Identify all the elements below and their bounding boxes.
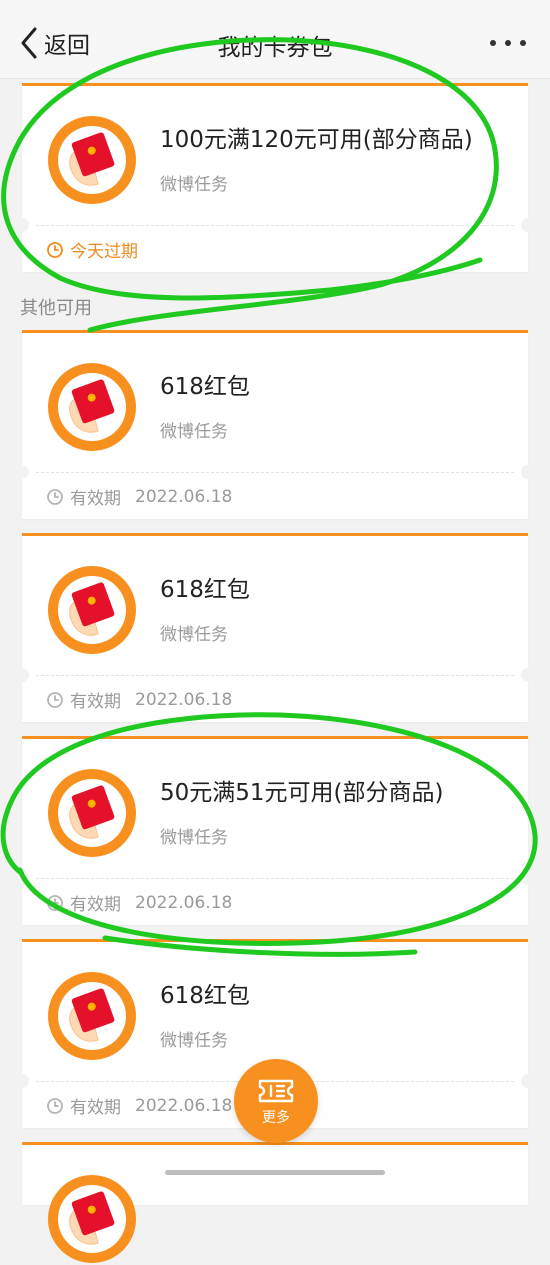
coupon-validity-row: 有效期 2022.06.18 bbox=[46, 687, 232, 712]
clock-icon bbox=[47, 894, 63, 911]
validity-label: 有效期 bbox=[70, 1098, 121, 1118]
red-packet-logo-icon bbox=[46, 767, 138, 859]
red-packet-logo-icon bbox=[46, 564, 138, 656]
red-packet-logo-icon bbox=[46, 361, 138, 453]
clock-icon bbox=[47, 1097, 63, 1114]
more-dot-icon bbox=[490, 40, 496, 46]
section-label-other-available: 其他可用 bbox=[20, 298, 92, 319]
coupon-source: 微博任务 bbox=[160, 828, 228, 848]
card-notch bbox=[15, 668, 29, 682]
red-packet-logo-icon bbox=[46, 114, 138, 206]
coupon-title: 618红包 bbox=[160, 983, 250, 1009]
validity-label: 有效期 bbox=[70, 895, 121, 915]
card-notch bbox=[521, 871, 535, 885]
card-divider bbox=[36, 675, 514, 676]
card-divider bbox=[36, 225, 514, 226]
coupon-title: 618红包 bbox=[160, 577, 250, 603]
card-divider bbox=[36, 472, 514, 473]
coupon-validity-row: 有效期 2022.06.18 bbox=[46, 890, 232, 915]
validity-label: 有效期 bbox=[70, 692, 121, 712]
coupon-card[interactable]: 618红包 微博任务 有效期 2022.06.18 bbox=[15, 330, 535, 519]
clock-icon bbox=[47, 488, 63, 505]
coupon-source: 微博任务 bbox=[160, 175, 228, 195]
validity-label: 有效期 bbox=[70, 489, 121, 509]
more-dot-icon bbox=[520, 40, 526, 46]
validity-date: 2022.06.18 bbox=[135, 689, 233, 710]
coupon-expiry-row: 今天过期 bbox=[46, 237, 138, 262]
card-notch bbox=[15, 1074, 29, 1088]
validity-date: 2022.06.18 bbox=[135, 1095, 233, 1116]
more-dot-icon bbox=[505, 40, 511, 46]
more-menu-button[interactable] bbox=[488, 30, 528, 56]
coupon-title: 50元满51元可用(部分商品) bbox=[160, 780, 444, 806]
card-notch bbox=[521, 218, 535, 232]
coupon-validity-row: 有效期 2022.06.18 bbox=[46, 1093, 232, 1118]
card-notch bbox=[15, 871, 29, 885]
card-notch bbox=[15, 218, 29, 232]
coupon-source: 微博任务 bbox=[160, 625, 228, 645]
card-divider bbox=[36, 878, 514, 879]
more-coupons-button[interactable]: 更多 bbox=[234, 1059, 318, 1143]
coupon-source: 微博任务 bbox=[160, 422, 228, 442]
card-notch bbox=[521, 668, 535, 682]
validity-date: 2022.06.18 bbox=[135, 892, 233, 913]
card-notch bbox=[521, 1074, 535, 1088]
clock-icon bbox=[47, 241, 63, 258]
card-notch bbox=[15, 465, 29, 479]
red-packet-logo-icon bbox=[46, 970, 138, 1062]
validity-date: 2022.06.18 bbox=[135, 486, 233, 507]
coupon-validity-row: 有效期 2022.06.18 bbox=[46, 484, 232, 509]
page-title: 我的卡券包 bbox=[217, 35, 333, 61]
coupon-card[interactable]: 50元满51元可用(部分商品) 微博任务 有效期 2022.06.18 bbox=[15, 736, 535, 925]
expiry-status: 今天过期 bbox=[70, 242, 138, 262]
clock-icon bbox=[47, 691, 63, 708]
top-bar: 返回 我的卡券包 bbox=[0, 0, 550, 79]
red-packet-logo-icon bbox=[46, 1173, 138, 1265]
coupon-title: 100元满120元可用(部分商品) bbox=[160, 127, 473, 153]
coupon-source: 微博任务 bbox=[160, 1031, 228, 1051]
ticket-icon bbox=[258, 1079, 294, 1102]
coupon-card[interactable]: 100元满120元可用(部分商品) 微博任务 今天过期 bbox=[15, 83, 535, 272]
more-label: 更多 bbox=[262, 1109, 290, 1126]
coupon-title: 618红包 bbox=[160, 374, 250, 400]
home-indicator bbox=[165, 1170, 385, 1175]
coupon-card[interactable]: 618红包 微博任务 有效期 2022.06.18 bbox=[15, 533, 535, 722]
card-notch bbox=[521, 465, 535, 479]
